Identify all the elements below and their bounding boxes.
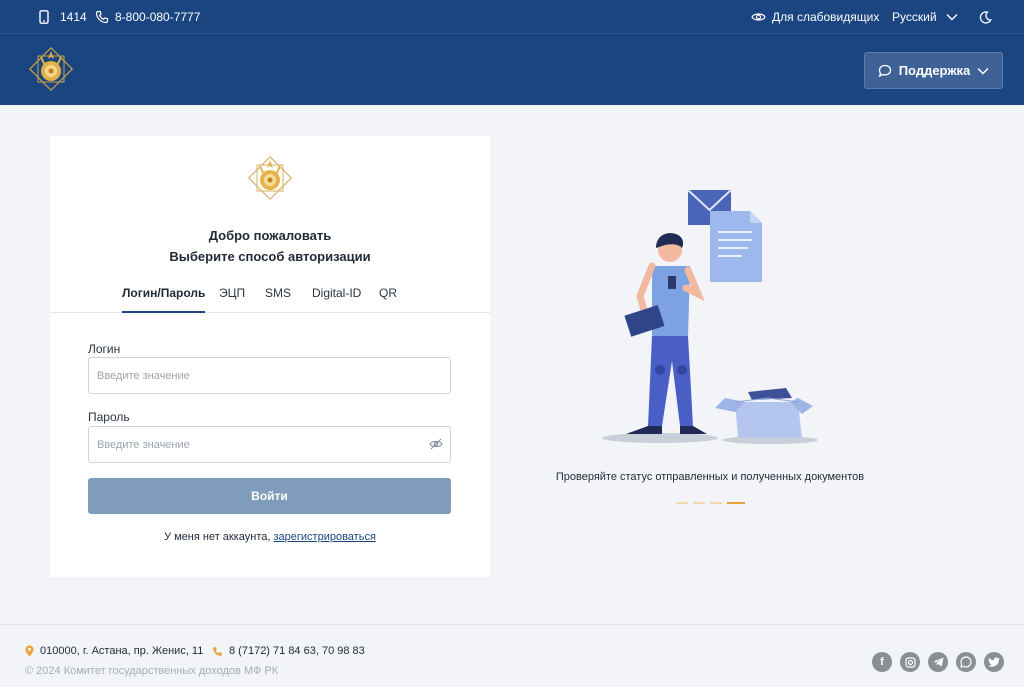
tab-eds[interactable]: ЭЦП	[219, 286, 245, 313]
promo-caption: Проверяйте статус отправленных и получен…	[555, 471, 865, 483]
carousel-dots	[676, 502, 745, 505]
register-prompt: У меня нет аккаунта, зарегистрироваться	[50, 531, 490, 543]
chat-bubble-icon	[878, 64, 891, 77]
social-links: f	[872, 652, 1004, 672]
mobile-phone-icon	[39, 10, 49, 24]
document-status-illustration	[602, 189, 818, 444]
theme-toggle[interactable]	[979, 0, 992, 34]
telegram-icon[interactable]	[928, 652, 948, 672]
language-select[interactable]: Русский	[892, 0, 958, 34]
short-number-text: 1414	[60, 10, 87, 24]
site-header: Поддержка	[0, 34, 1024, 105]
welcome-title: Добро пожаловать	[208, 228, 332, 243]
accessibility-toggle[interactable]: Для слабовидящих	[751, 0, 879, 34]
instagram-icon[interactable]	[900, 652, 920, 672]
password-input[interactable]	[88, 426, 451, 463]
carousel-dot[interactable]	[710, 502, 722, 504]
hotline-phone-text: 8-800-080-7777	[115, 10, 201, 24]
footer-address-text: 010000, г. Астана, пр. Женис, 11	[40, 645, 204, 657]
moon-icon	[979, 10, 992, 24]
phone-icon	[213, 646, 222, 656]
register-link[interactable]: зарегистрироваться	[274, 531, 376, 543]
whatsapp-icon[interactable]	[956, 652, 976, 672]
kgd-emblem-logo[interactable]	[24, 42, 78, 96]
login-card: Добро пожаловать Выберите способ авториз…	[50, 136, 490, 577]
top-bar: 1414 8-800-080-7777 Для слабовидящих Рус…	[0, 0, 1024, 34]
footer-address: 010000, г. Астана, пр. Женис, 11	[25, 645, 203, 657]
login-field-label: Логин	[88, 342, 121, 356]
facebook-icon[interactable]: f	[872, 652, 892, 672]
eye-icon	[751, 13, 766, 21]
location-pin-icon	[25, 645, 34, 657]
hotline-phone-link[interactable]: 8-800-080-7777	[95, 0, 200, 34]
carousel-dot-active[interactable]	[727, 502, 745, 504]
footer-phone-text: 8 (7172) 71 84 63, 70 98 83	[229, 645, 365, 657]
chevron-down-icon	[977, 67, 989, 75]
welcome-heading: Добро пожаловать Выберите способ авториз…	[50, 228, 490, 264]
carousel-dot[interactable]	[693, 502, 705, 504]
support-label: Поддержка	[898, 63, 971, 78]
twitter-icon[interactable]	[984, 652, 1004, 672]
footer-copyright: © 2024 Комитет государственных доходов М…	[25, 665, 279, 677]
carousel-dot[interactable]	[676, 502, 688, 504]
password-field-label: Пароль	[88, 410, 130, 424]
accessibility-label: Для слабовидящих	[772, 10, 880, 24]
tab-sms[interactable]: SMS	[265, 286, 291, 313]
tab-qr[interactable]: QR	[379, 286, 397, 313]
eye-slash-icon[interactable]	[429, 437, 443, 451]
login-input[interactable]	[88, 357, 451, 394]
short-number-link[interactable]: 1414	[38, 0, 87, 34]
chevron-down-icon	[946, 14, 958, 21]
auth-method-tabs: Логин/Пароль ЭЦП SMS Digital-ID QR	[50, 286, 490, 313]
tab-login-password[interactable]: Логин/Пароль	[122, 286, 206, 313]
footer-phone: 8 (7172) 71 84 63, 70 98 83	[212, 645, 365, 657]
tab-digital-id[interactable]: Digital-ID	[312, 286, 361, 313]
site-footer: 010000, г. Астана, пр. Женис, 11 8 (7172…	[0, 624, 1024, 687]
kgd-emblem-logo	[247, 155, 293, 201]
login-submit-button[interactable]: Войти	[88, 478, 451, 514]
auth-method-subtitle: Выберите способ авторизации	[169, 249, 371, 264]
phone-icon	[95, 10, 109, 24]
no-account-text: У меня нет аккаунта,	[164, 531, 271, 543]
language-label: Русский	[892, 10, 937, 24]
support-button[interactable]: Поддержка	[864, 52, 1003, 89]
